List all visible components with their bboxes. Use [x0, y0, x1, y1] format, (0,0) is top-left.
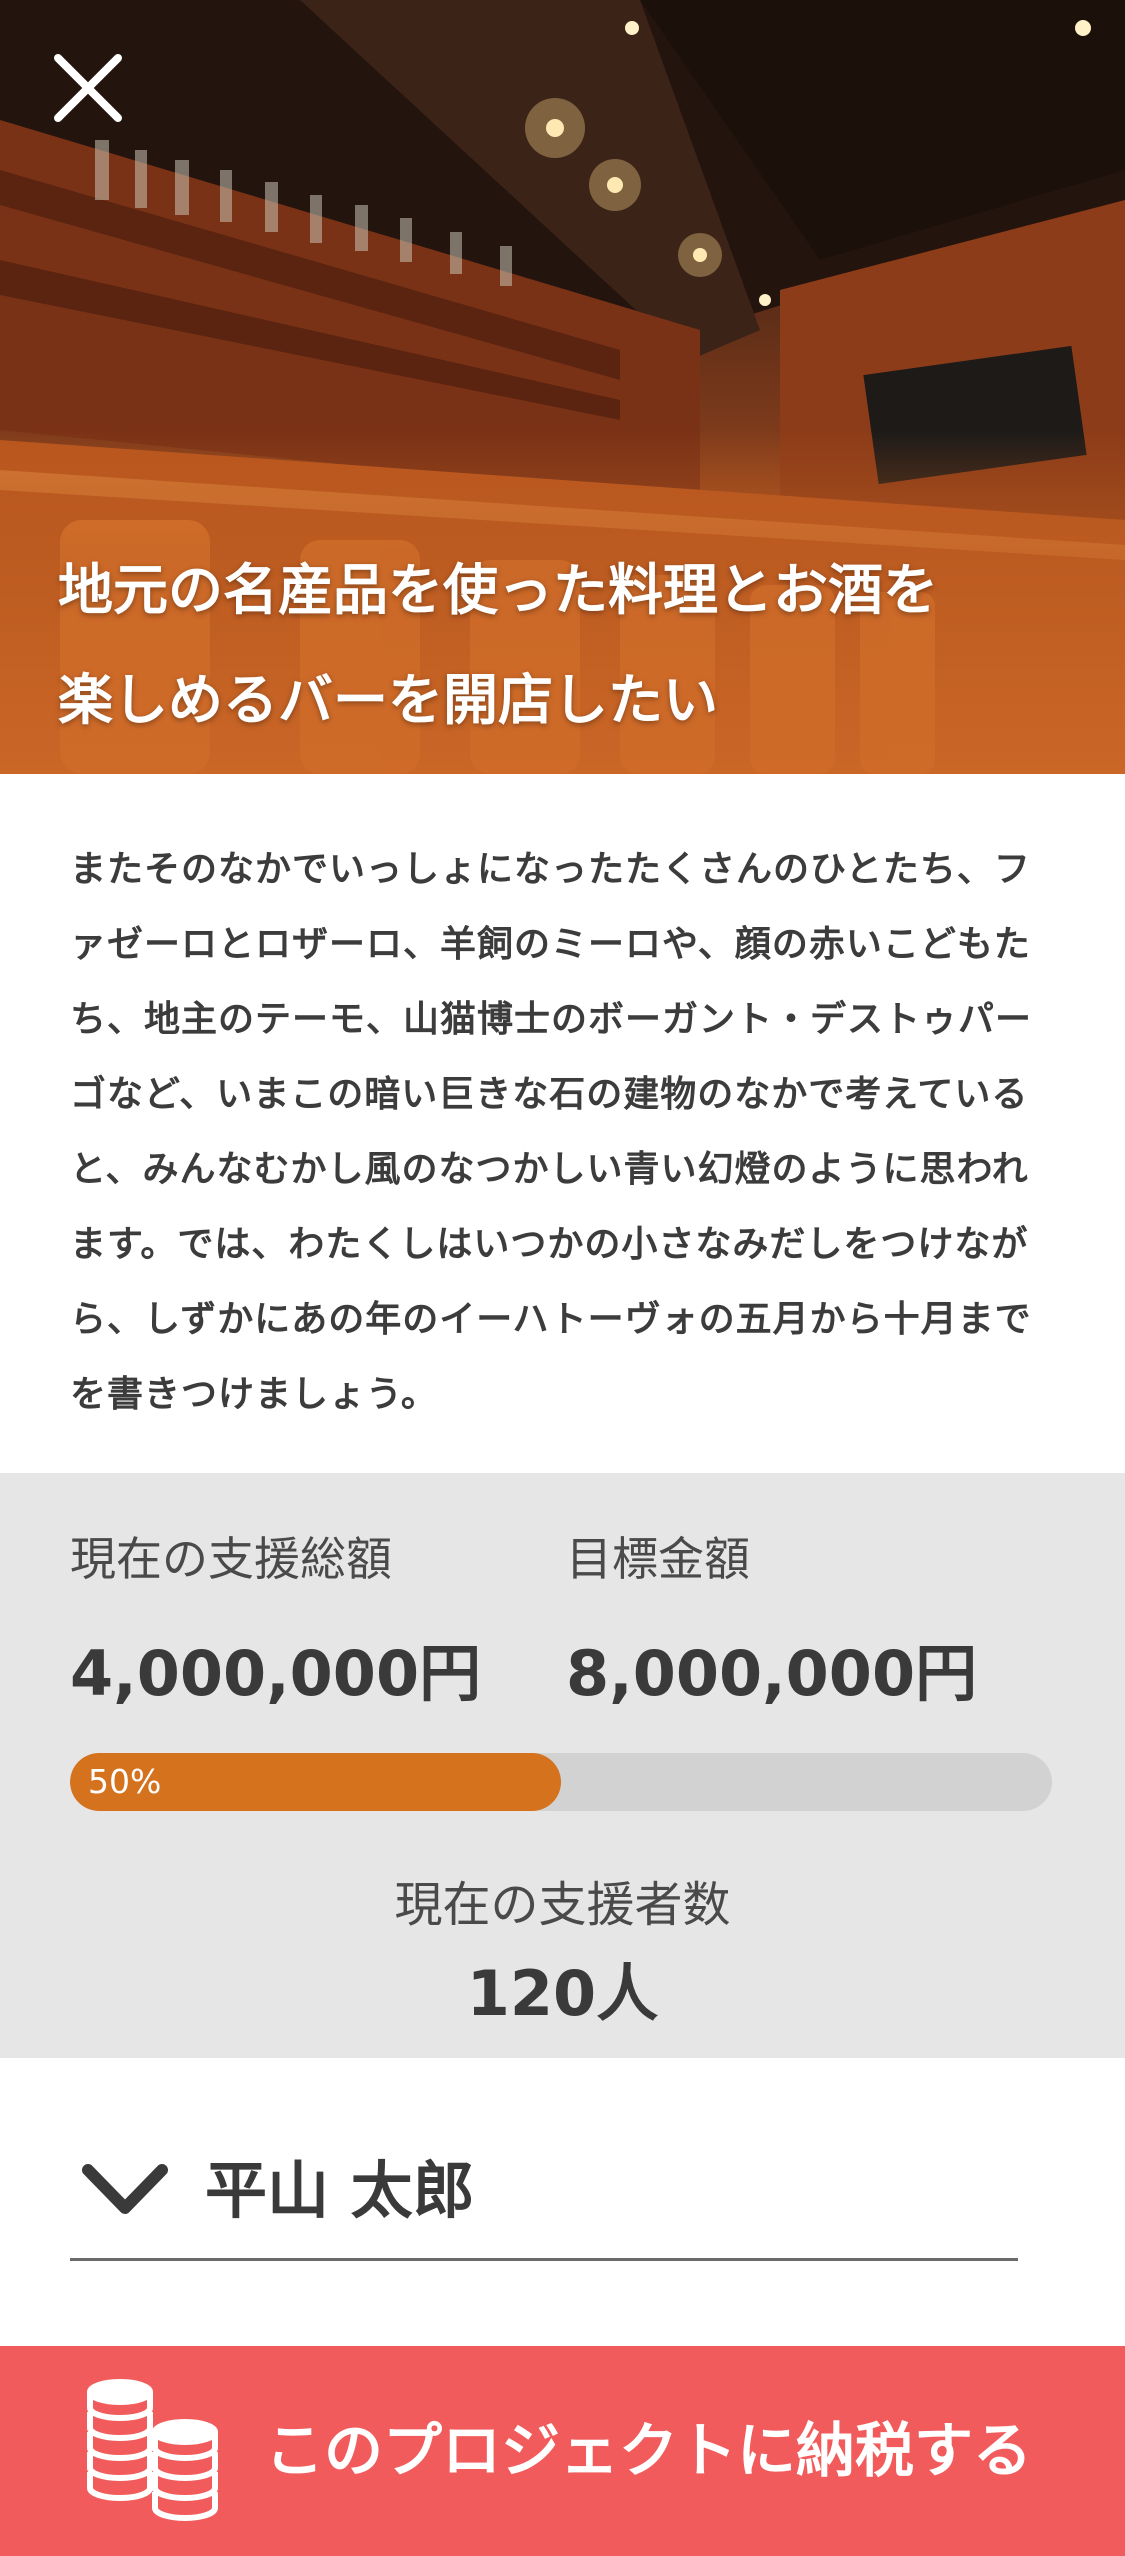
supporters-label: 現在の支援者数	[394, 1877, 731, 1933]
user-dropdown[interactable]: 平山 太郎	[70, 2120, 1018, 2261]
coins-icon	[87, 2379, 218, 2521]
pay-tax-button[interactable]: このプロジェクトに納税する	[0, 2346, 1125, 2556]
close-button[interactable]	[40, 40, 136, 136]
project-description: またそのなかでいっしょになったたくさんのひとたち、ファゼーロとロザーロ、羊飼のミ…	[70, 849, 1033, 1415]
supporters-value: 120人	[466, 1957, 659, 2030]
progress-bar: 50%	[70, 1753, 1052, 1811]
user-name: 平山 太郎	[205, 2154, 475, 2227]
funding-stats: 現在の支援総額 目標金額 4,000,000円 8,000,000円 50% 現…	[0, 1473, 1125, 2058]
project-title: 地元の名産品を使った料理とお酒を 楽しめるバーを開店したい	[58, 535, 1068, 755]
goal-amount-value: 8,000,000円	[566, 1637, 978, 1710]
goal-amount-label: 目標金額	[566, 1532, 750, 1586]
project-title-line1: 地元の名産品を使った料理とお酒を	[58, 558, 939, 622]
current-amount-label: 現在の支援総額	[70, 1532, 392, 1586]
current-amount-value: 4,000,000円	[70, 1637, 482, 1710]
chevron-down-icon	[82, 2164, 168, 2214]
project-title-line2: 楽しめるバーを開店したい	[58, 668, 719, 732]
close-icon	[54, 54, 122, 122]
pay-tax-label: このプロジェクトに納税する	[265, 2416, 1033, 2485]
progress-percent: 50%	[88, 1762, 162, 1801]
hero-image: 地元の名産品を使った料理とお酒を 楽しめるバーを開店したい	[0, 0, 1125, 774]
